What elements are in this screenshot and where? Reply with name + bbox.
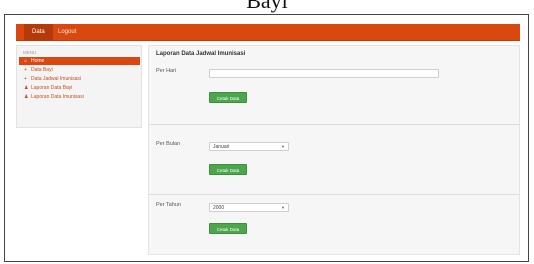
top-navbar: Data Logout: [16, 24, 520, 41]
month-select-value: Januari: [213, 144, 230, 150]
divider: [149, 194, 519, 195]
sidebar-item-laporan-imunisasi[interactable]: ♟ Laporan Data Imunisasi: [19, 93, 140, 101]
cetak-data-bulan-button[interactable]: Cetak Data: [209, 164, 247, 175]
sidebar-item-home[interactable]: ⌂ Home: [19, 57, 140, 65]
sidebar-item-label: Home: [31, 58, 45, 64]
page-caption: Bayi: [246, 0, 288, 13]
sidebar-item-data-bayi[interactable]: + Data Bayi: [19, 66, 140, 74]
sidebar-item-label: Data Bayi: [31, 67, 53, 73]
label-per-tahun: Per Tahun: [156, 202, 181, 208]
month-select[interactable]: Januari ▼: [209, 142, 289, 151]
plus-icon: +: [24, 76, 27, 82]
browser-frame: Data Logout MENU ⌂ Home + Data Bayi + Data …: [4, 14, 529, 262]
chevron-down-icon: ▼: [281, 144, 285, 149]
main-panel: Laporan Data Jadwal Imunisasi Per Hari C…: [148, 45, 520, 255]
date-input[interactable]: [209, 69, 439, 78]
year-select[interactable]: 2000 ▼: [209, 203, 289, 212]
chevron-down-icon: ▼: [281, 205, 285, 210]
cetak-data-tahun-button[interactable]: Cetak Data: [209, 223, 247, 234]
sidebar-item-label: Data Jadwal Imunisasi: [31, 76, 82, 82]
divider: [149, 124, 519, 125]
sidebar-item-label: Laporan Data Imunisasi: [31, 94, 84, 100]
label-per-bulan: Per Bulan: [156, 141, 181, 147]
sidebar-item-laporan-bayi[interactable]: ♟ Laporan Data Bayi: [19, 84, 140, 92]
sidebar-item-label: Laporan Data Bayi: [31, 85, 73, 91]
year-select-value: 2000: [213, 205, 225, 211]
home-icon: ⌂: [24, 58, 28, 64]
sidebar-item-jadwal-imunisasi[interactable]: + Data Jadwal Imunisasi: [19, 75, 140, 83]
sidebar: MENU ⌂ Home + Data Bayi + Data Jadwal Imuni…: [16, 45, 142, 128]
page-title: Laporan Data Jadwal Imunisasi: [156, 51, 246, 57]
user-icon: ♟: [24, 85, 29, 91]
label-per-hari: Per Hari: [156, 68, 177, 74]
cetak-data-hari-button[interactable]: Cetak Data: [209, 92, 247, 103]
user-icon: ♟: [24, 94, 29, 100]
sidebar-heading: MENU: [23, 50, 37, 55]
nav-data[interactable]: Data: [24, 24, 53, 41]
plus-icon: +: [24, 67, 27, 73]
nav-logout[interactable]: Logout: [50, 24, 84, 41]
